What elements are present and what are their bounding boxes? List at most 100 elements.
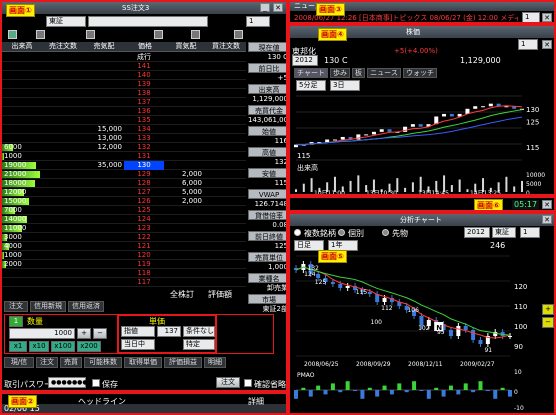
side-stat-button[interactable]: 売買代金: [248, 105, 286, 115]
qty-minus-button[interactable]: −: [93, 328, 107, 339]
cell-buy-qty[interactable]: [166, 62, 202, 71]
count-select[interactable]: 1: [246, 16, 270, 27]
qty-x100-button[interactable]: x100: [51, 341, 75, 352]
cell-sell-qty[interactable]: [84, 188, 122, 197]
settings-icon[interactable]: [36, 30, 45, 39]
cell-buy-qty[interactable]: [166, 89, 202, 98]
cell-buy-qty[interactable]: [166, 260, 202, 269]
cell-sell-qty[interactable]: [84, 251, 122, 260]
cell-buy-qty[interactable]: [166, 71, 202, 80]
cell-buy-qty[interactable]: 2,000: [166, 197, 202, 206]
bottom-tab[interactable]: 注文: [36, 357, 58, 368]
side-stat-button[interactable]: 業種名: [248, 273, 286, 283]
board-row[interactable]: 136: [2, 107, 246, 116]
table-icon[interactable]: [8, 30, 17, 39]
stock-tab[interactable]: チャート: [294, 68, 328, 78]
board-row[interactable]: 6000 12,000 132: [2, 143, 246, 152]
cell-sell-qty[interactable]: [84, 224, 122, 233]
board-row[interactable]: 12000 127 5,000: [2, 188, 246, 197]
cell-price[interactable]: 126: [124, 197, 164, 206]
cell-buy-qty[interactable]: [166, 107, 202, 116]
market-select[interactable]: 東証: [46, 16, 86, 27]
col-price[interactable]: 価格: [124, 42, 166, 51]
board-row[interactable]: 4000 121: [2, 242, 246, 251]
board-row[interactable]: 137: [2, 98, 246, 107]
submit-order-button[interactable]: 注文: [216, 377, 240, 388]
cell-sell-qty[interactable]: [84, 215, 122, 224]
account-select[interactable]: 特定: [183, 339, 215, 350]
price-input[interactable]: 137: [157, 326, 181, 337]
analysis-code-input[interactable]: 2012: [464, 227, 490, 238]
lock-icon[interactable]: [234, 30, 243, 39]
board-row[interactable]: 138: [2, 89, 246, 98]
cell-sell-qty[interactable]: [84, 89, 122, 98]
cell-price[interactable]: 125: [124, 206, 164, 215]
cell-buy-qty[interactable]: 6,000: [166, 179, 202, 188]
side-stat-button[interactable]: 出来高: [248, 84, 286, 94]
board-row[interactable]: 135: [2, 116, 246, 125]
board-row[interactable]: 21000 129 2,000: [2, 170, 246, 179]
side-stat-button[interactable]: 始値: [248, 126, 286, 136]
news-marker[interactable]: N: [436, 324, 442, 332]
side-stat-button[interactable]: 貸借倍率: [248, 210, 286, 220]
cell-price[interactable]: 139: [124, 80, 164, 89]
cell-sell-qty[interactable]: 35,000: [84, 161, 123, 170]
board-row[interactable]: 成行: [2, 53, 246, 62]
bottom-tab[interactable]: 評価損益: [164, 357, 202, 368]
cell-sell-qty[interactable]: [84, 71, 122, 80]
analysis-market-select[interactable]: 東証: [492, 227, 516, 238]
tab-order[interactable]: 注文: [4, 301, 28, 312]
cell-price[interactable]: 134: [124, 125, 164, 134]
cell-price[interactable]: 141: [124, 62, 164, 71]
analysis-close-icon[interactable]: ✕: [542, 215, 552, 224]
cell-price[interactable]: 120: [124, 251, 164, 260]
radio-button[interactable]: [382, 229, 389, 236]
qty-plus-button[interactable]: +: [77, 328, 91, 339]
clock-close-icon[interactable]: ✕: [542, 200, 552, 209]
qty-x200-button[interactable]: x200: [77, 341, 101, 352]
cell-sell-qty[interactable]: [84, 53, 122, 62]
cell-buy-qty[interactable]: [166, 98, 202, 107]
board-row[interactable]: 18000 128 6,000: [2, 179, 246, 188]
cell-sell-qty[interactable]: [84, 260, 122, 269]
bottom-tab[interactable]: 取得単価: [124, 357, 162, 368]
cell-buy-qty[interactable]: [166, 251, 202, 260]
side-stat-button[interactable]: 高値: [248, 147, 286, 157]
cell-price[interactable]: 136: [124, 107, 164, 116]
board-row[interactable]: 14000 124: [2, 215, 246, 224]
cell-buy-qty[interactable]: [166, 80, 202, 89]
cell-price[interactable]: 138: [124, 89, 164, 98]
cell-sell-qty[interactable]: 15,000: [84, 125, 123, 134]
tab-margin-new[interactable]: 信用新規: [30, 301, 66, 312]
cell-price[interactable]: 133: [124, 134, 164, 143]
qty-toggle[interactable]: 1: [9, 316, 23, 327]
cell-buy-qty[interactable]: [166, 53, 202, 62]
cell-buy-qty[interactable]: [166, 206, 202, 215]
cell-sell-qty[interactable]: [84, 278, 122, 287]
side-stat-button[interactable]: 前日終値: [248, 231, 286, 241]
check-all-label[interactable]: 全株訂: [170, 289, 194, 300]
board-row[interactable]: 11000 123: [2, 224, 246, 233]
board-row[interactable]: 13,000 133: [2, 134, 246, 143]
side-stat-button[interactable]: VWAP: [248, 189, 286, 199]
board-row[interactable]: 139: [2, 80, 246, 89]
board-row[interactable]: 19000 35,000 130: [2, 161, 246, 170]
board-row[interactable]: 118: [2, 269, 246, 278]
side-stat-button[interactable]: 安値: [248, 168, 286, 178]
stock-tab[interactable]: ニュース: [367, 68, 401, 78]
zoom-in-button[interactable]: +: [542, 304, 554, 315]
cell-sell-qty[interactable]: [84, 116, 122, 125]
stock-close-icon[interactable]: ✕: [542, 40, 552, 49]
password-input[interactable]: ●●●●●●●●●: [48, 377, 98, 388]
cell-price[interactable]: 137: [124, 98, 164, 107]
bottom-tab[interactable]: 明細: [204, 357, 226, 368]
cell-buy-qty[interactable]: [166, 116, 202, 125]
cell-price[interactable]: 132: [124, 143, 164, 152]
col-buy-orders[interactable]: 買注文数: [206, 42, 246, 51]
board-row[interactable]: 141: [2, 62, 246, 71]
analysis-chart[interactable]: 120110100901001021061121151321241259591N…: [294, 252, 538, 414]
cell-buy-qty[interactable]: [166, 161, 202, 170]
cell-price[interactable]: 127: [124, 188, 164, 197]
stock-count-select[interactable]: 1: [518, 39, 538, 50]
calc-icon[interactable]: [86, 30, 95, 39]
